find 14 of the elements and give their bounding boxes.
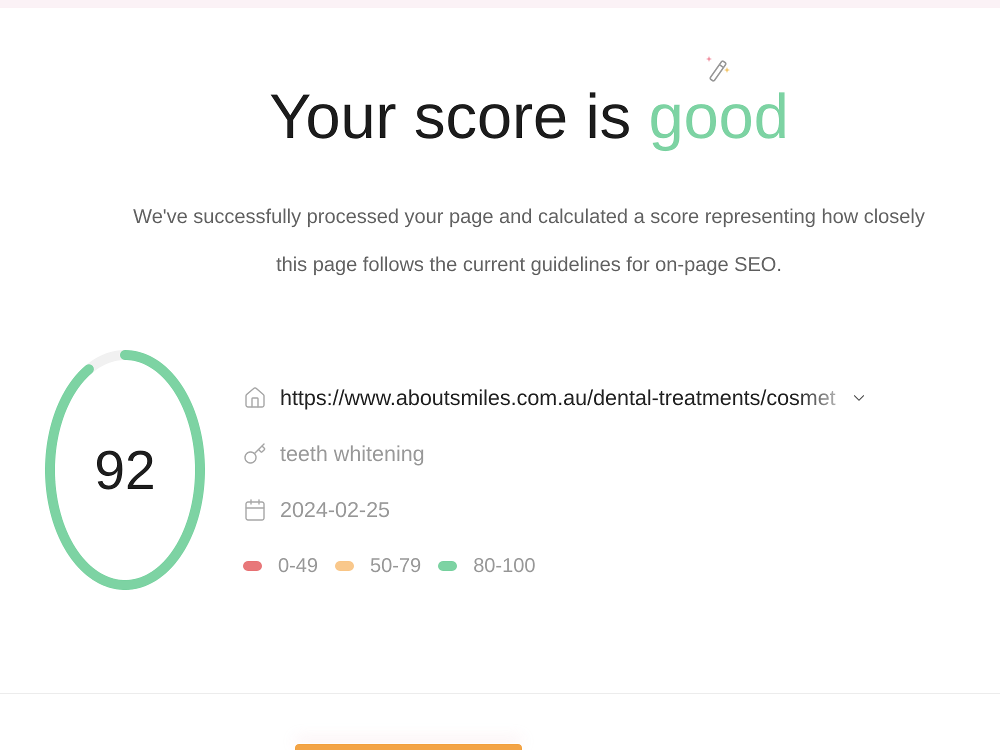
key-icon	[243, 442, 267, 466]
url-dropdown[interactable]: https://www.aboutsmiles.com.au/dental-treatments/cosmet	[280, 382, 868, 414]
calendar-icon	[243, 498, 267, 522]
range-label: 50-79	[370, 554, 422, 579]
keyword-text: teeth whitening	[280, 440, 425, 468]
action-button[interactable]	[295, 744, 522, 750]
home-icon	[243, 386, 267, 410]
range-label: 0-49	[278, 554, 318, 579]
page-title: Your score is good	[269, 86, 789, 149]
range-label: 80-100	[473, 554, 536, 579]
magic-wand-icon	[704, 54, 731, 84]
score-value: 92	[94, 442, 156, 498]
description-text: We've successfully processed your page and calculated a score representing how closely this page follows the current guidelines for on-page SEO.	[132, 205, 926, 278]
date-text: 2024-02-25	[280, 496, 390, 524]
